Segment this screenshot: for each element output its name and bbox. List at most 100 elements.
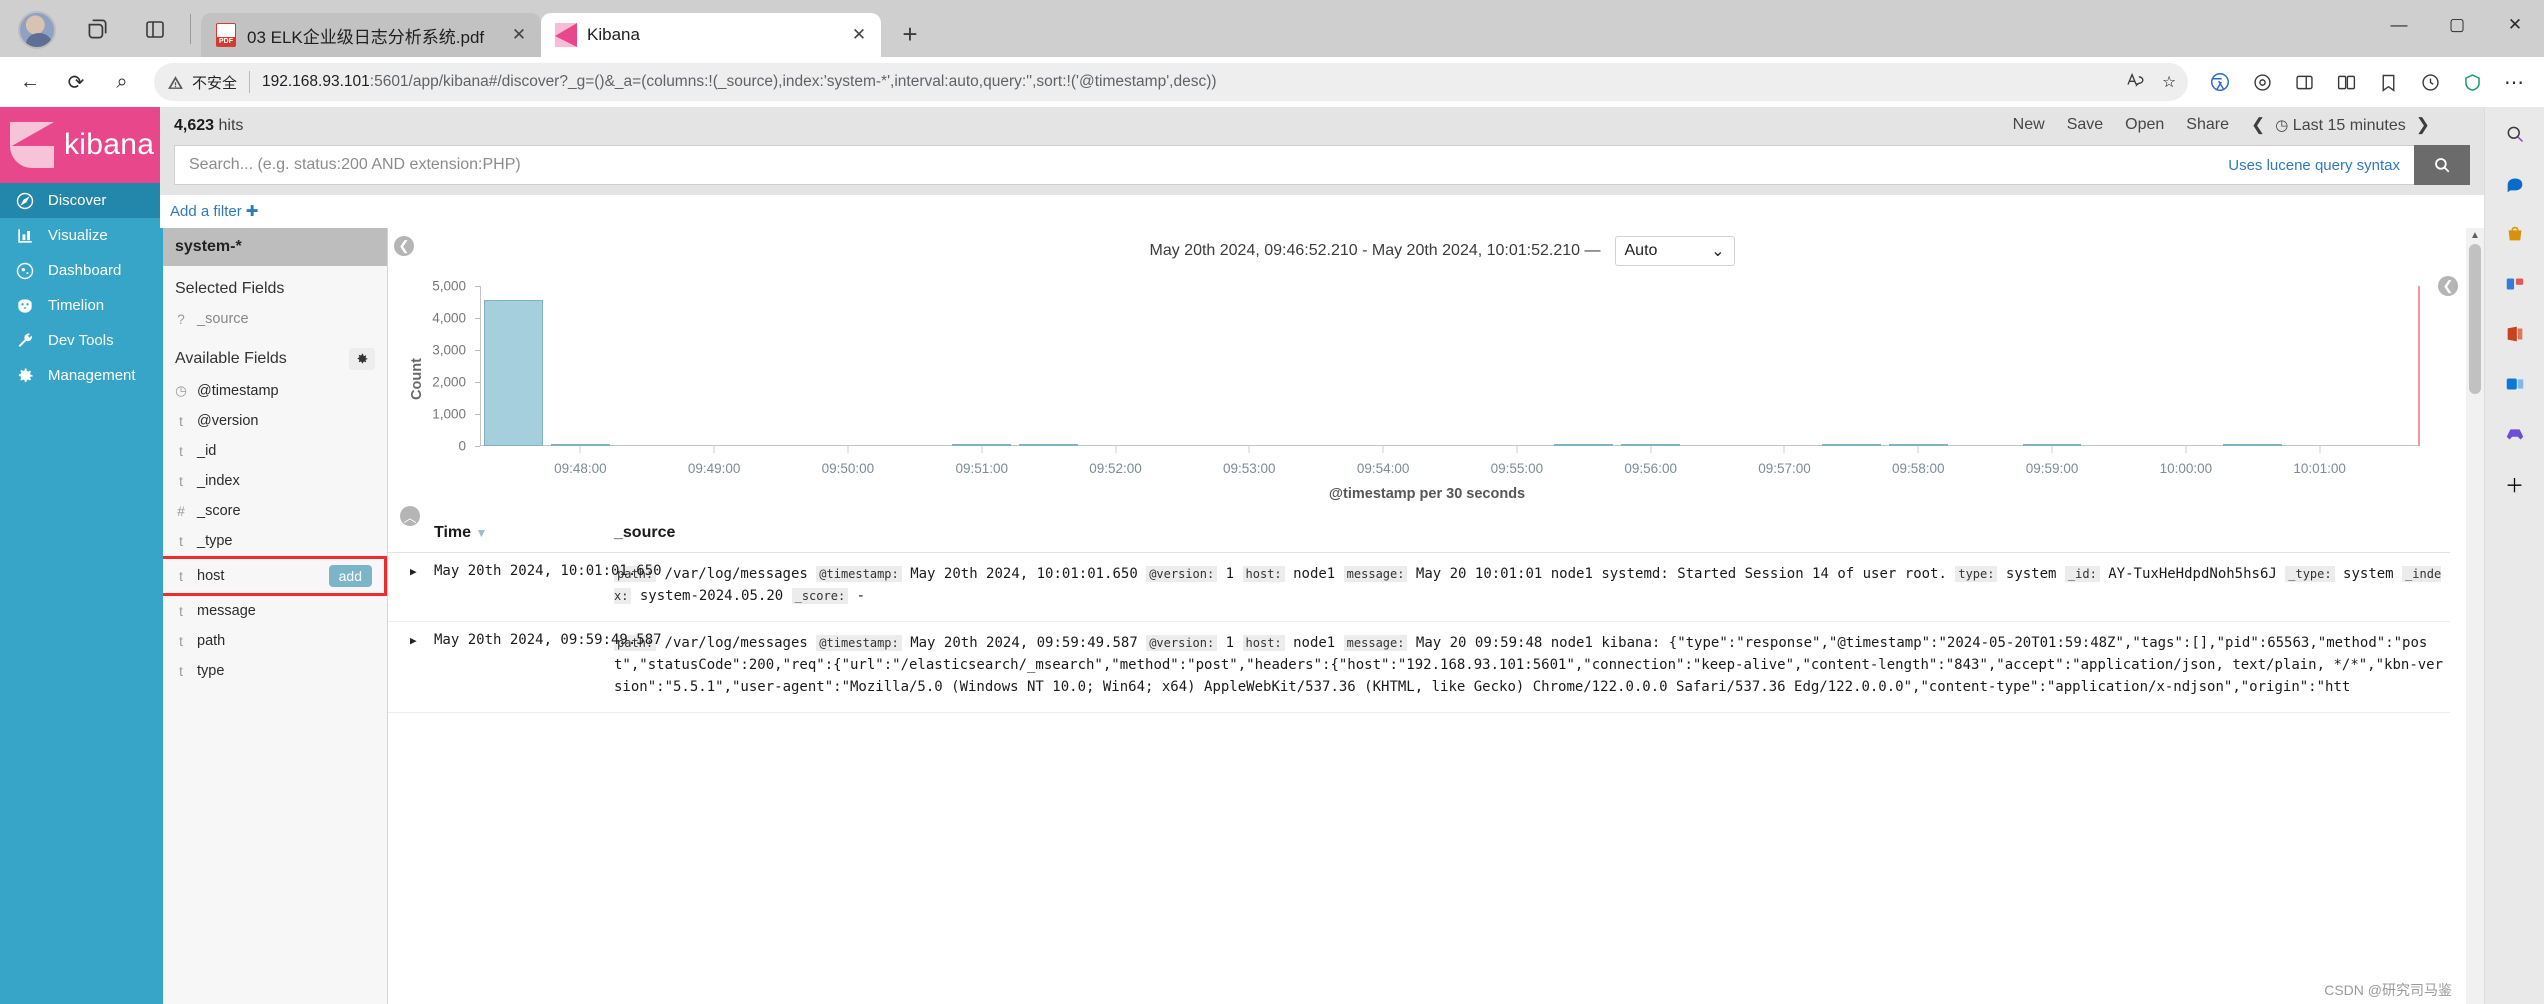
tools-icon[interactable]: [2498, 267, 2532, 301]
field-score[interactable]: # _score: [163, 496, 387, 526]
search-icon[interactable]: [2498, 117, 2532, 151]
field-type-meta[interactable]: t _type: [163, 526, 387, 556]
field-settings-gear-icon[interactable]: [349, 348, 375, 370]
browser-essentials-icon[interactable]: [2452, 62, 2492, 102]
chart-plot-area[interactable]: 0 1,000 2,000 3,000 4,000 5,000 09:48:00 09:49:…: [432, 279, 2420, 476]
lucene-syntax-link[interactable]: Uses lucene query syntax: [2228, 157, 2400, 174]
tab-actions-icon[interactable]: [78, 10, 116, 48]
chart-x-tick: 09:57:00: [1758, 461, 1811, 476]
collections-icon[interactable]: [2242, 62, 2282, 102]
sidebar-item-timelion[interactable]: Timelion: [0, 288, 160, 323]
share-button[interactable]: Share: [2186, 116, 2229, 134]
field-message[interactable]: t message: [163, 596, 387, 626]
chart-bar[interactable]: [1554, 444, 1614, 446]
sidebar-item-dev-tools[interactable]: Dev Tools: [0, 323, 160, 358]
add-filter-button[interactable]: Add a filter ✚: [170, 203, 258, 220]
profile-avatar[interactable]: [18, 11, 56, 49]
field-index[interactable]: t _index: [163, 466, 387, 496]
chart-x-tickmark: [2051, 446, 2053, 453]
search-input[interactable]: Search... (e.g. status:200 AND extension…: [189, 156, 2228, 174]
close-window-button[interactable]: ✕: [2486, 0, 2544, 50]
chart-x-tickmark: [579, 446, 581, 453]
minimize-button[interactable]: —: [2370, 0, 2428, 50]
chart-x-tick: 09:51:00: [955, 461, 1008, 476]
time-prev-icon[interactable]: ❮: [2251, 115, 2265, 135]
column-header-time[interactable]: Time ▼: [388, 502, 614, 553]
collapse-chart-button[interactable]: ︿: [400, 506, 420, 526]
chart-x-tick: 09:58:00: [1891, 461, 1945, 476]
open-button[interactable]: Open: [2125, 116, 2164, 134]
reload-icon[interactable]: ⟳: [56, 62, 96, 102]
sidebar-item-discover[interactable]: Discover: [0, 183, 160, 218]
split-pane-icon[interactable]: [136, 10, 174, 48]
maximize-button[interactable]: ▢: [2428, 0, 2486, 50]
address-bar[interactable]: 不安全 192.168.93.101:5601/app/kibana#/disc…: [154, 63, 2188, 101]
chart-bar[interactable]: [1821, 444, 1881, 446]
browser-panes-icon[interactable]: [2326, 62, 2366, 102]
chart-bar[interactable]: [484, 300, 543, 446]
field-version[interactable]: t @version: [163, 406, 387, 436]
chart-y-tickmark: [475, 286, 480, 287]
collapse-sidebar-button[interactable]: ❮: [394, 236, 414, 256]
time-range-button[interactable]: ◷ Last 15 minutes: [2275, 116, 2406, 135]
sidebar-item-dashboard[interactable]: Dashboard: [0, 253, 160, 288]
search-icon[interactable]: ⌕: [102, 62, 142, 102]
table-row[interactable]: ▶ May 20th 2024, 09:59:49.587 path: /var/l…: [388, 621, 2450, 713]
games-icon[interactable]: [2498, 417, 2532, 451]
new-button[interactable]: New: [2013, 116, 2045, 134]
query-input-wrapper[interactable]: Search... (e.g. status:200 AND extension…: [174, 145, 2414, 185]
copilot-icon[interactable]: [2498, 167, 2532, 201]
back-icon[interactable]: ←: [10, 62, 50, 102]
sort-desc-icon[interactable]: ▼: [476, 526, 488, 540]
topbar-actions: New Save Open Share ❮ ◷ Last 15 minutes …: [2013, 115, 2430, 135]
chart-bar[interactable]: [2223, 444, 2283, 446]
history-icon[interactable]: [2410, 62, 2450, 102]
close-tab-button[interactable]: ✕: [507, 23, 531, 47]
sidebar-item-label: Discover: [48, 192, 107, 209]
field-type[interactable]: t type: [163, 656, 387, 686]
index-pattern-selector[interactable]: system-*: [163, 228, 387, 266]
close-tab-button[interactable]: ✕: [847, 23, 871, 47]
favorites-icon[interactable]: [2368, 62, 2408, 102]
interval-select[interactable]: Auto ⌄: [1614, 236, 1735, 266]
histogram-chart[interactable]: Count 0 1,000 2,000 3,000 4,000 5,000 09:48:00…: [388, 274, 2466, 484]
shopping-icon[interactable]: [2498, 217, 2532, 251]
documents-table: Time ▼ _source ▶ May 20th 2024, 10:01:01.…: [388, 502, 2450, 713]
sidebar-item-management[interactable]: Management: [0, 358, 160, 393]
field-host[interactable]: t host add: [163, 556, 387, 596]
tab-pdf[interactable]: PDF 03 ELK企业级日志分析系统.pdf ✕: [201, 13, 541, 57]
field-path[interactable]: t path: [163, 626, 387, 656]
tab-kibana[interactable]: Kibana ✕: [541, 13, 881, 57]
extensions-icon[interactable]: [2200, 62, 2240, 102]
new-tab-button[interactable]: +: [889, 13, 931, 55]
scroll-up-icon[interactable]: ▲: [2470, 230, 2480, 241]
settings-more-icon[interactable]: ⋯: [2494, 62, 2534, 102]
page-scrollbar[interactable]: ▲: [2466, 228, 2484, 1004]
read-aloud-icon[interactable]: [2126, 71, 2148, 94]
sidebar-item-visualize[interactable]: Visualize: [0, 218, 160, 253]
scrollbar-thumb[interactable]: [2469, 244, 2481, 394]
column-header-source[interactable]: _source: [614, 502, 2450, 553]
time-picker[interactable]: ❮ ◷ Last 15 minutes ❯: [2251, 115, 2430, 135]
chart-bar[interactable]: [1019, 444, 1079, 446]
add-icon[interactable]: ＋: [2498, 467, 2532, 501]
save-button[interactable]: Save: [2067, 116, 2103, 134]
add-field-button[interactable]: add: [328, 565, 372, 587]
office-icon[interactable]: [2498, 317, 2532, 351]
cell-source: path: /var/log/messages @timestamp: May …: [614, 621, 2450, 713]
expand-row-icon[interactable]: ▶: [410, 565, 417, 578]
collapse-right-button[interactable]: ❮: [2438, 276, 2458, 296]
source-field-value: node1: [1284, 566, 1344, 582]
kibana-logo[interactable]: kibana: [0, 107, 160, 183]
kibana-logo-icon: [10, 122, 54, 168]
split-screen-icon[interactable]: [2284, 62, 2324, 102]
favorite-star-icon[interactable]: ☆: [2162, 73, 2176, 92]
expand-row-icon[interactable]: ▶: [410, 634, 417, 647]
field-id[interactable]: t _id: [163, 436, 387, 466]
table-row[interactable]: ▶ May 20th 2024, 10:01:01.650 path: /var/l…: [388, 552, 2450, 622]
outlook-icon[interactable]: [2498, 367, 2532, 401]
field-timestamp[interactable]: ◷ @timestamp: [163, 376, 387, 406]
search-submit-button[interactable]: [2414, 145, 2470, 185]
time-next-icon[interactable]: ❯: [2416, 115, 2430, 135]
selected-field-source[interactable]: ? _source: [163, 304, 387, 334]
